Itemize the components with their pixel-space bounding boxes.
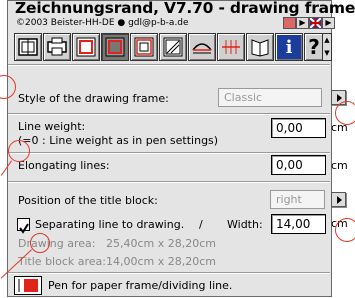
hatch-frame-icon (163, 37, 183, 57)
book-icon (251, 39, 269, 57)
scroll-stepper[interactable]: ▲ ▼ (322, 33, 332, 61)
flag-icon[interactable] (309, 17, 322, 29)
divider (8, 181, 330, 183)
divider (8, 64, 330, 66)
grid-button[interactable] (217, 33, 245, 61)
copyright-text: ©2003 Beister-HH-DE ● gdl@p-b-a.de (16, 18, 189, 28)
elongating-input[interactable]: 0,00 (271, 155, 326, 175)
pen-button[interactable] (14, 276, 42, 295)
print-button[interactable] (43, 33, 71, 61)
checkmark-icon (19, 223, 29, 234)
width-input[interactable]: 14,00 (271, 214, 326, 234)
separating-checkbox[interactable] (17, 218, 30, 234)
elongating-label: Elongating lines: (18, 159, 110, 172)
page-title: Zeichnungsrand, V7.70 - drawing frame (15, 0, 355, 17)
grid-icon (222, 40, 240, 54)
pen-color-icon (18, 279, 38, 292)
pen-label: Pen for paper frame/dividing line. (48, 279, 233, 292)
line-weight-input[interactable]: 0,00 (271, 118, 326, 138)
frame-active-button[interactable] (101, 33, 129, 61)
frame-active-icon (105, 37, 125, 57)
separating-slash: / (199, 218, 203, 231)
frame-double-icon (134, 37, 154, 57)
book-button[interactable] (246, 33, 274, 61)
curve-icon (192, 43, 212, 54)
red-frame-icon (76, 37, 96, 57)
scroll-down-icon[interactable]: ▼ (323, 47, 331, 60)
frame-icon (18, 38, 38, 56)
title-block-arrow-icon[interactable] (331, 192, 346, 207)
red-frame-button[interactable] (72, 33, 100, 61)
style-popup[interactable]: Classic (218, 88, 322, 107)
title-block-label: Position of the title block: (18, 194, 158, 207)
play-icon-2[interactable]: ▶ (322, 17, 335, 29)
divider (8, 272, 330, 274)
title-block-popup[interactable]: right (270, 190, 325, 209)
info-icon: i (285, 36, 293, 58)
image-icon[interactable] (283, 17, 296, 29)
title-block-area-label: Title block area: (18, 255, 106, 268)
scroll-up-icon[interactable]: ▲ (323, 34, 331, 47)
divider (8, 113, 330, 115)
help-icon: ? (308, 35, 320, 59)
title-block-area-value: 14,00cm x 28,20cm (106, 255, 217, 268)
frame-button[interactable] (14, 33, 42, 61)
width-label: Width: (227, 218, 263, 231)
help-button[interactable]: ? (304, 33, 324, 61)
elongating-unit: cm (331, 159, 348, 172)
callout-circle (8, 140, 30, 162)
curve-button[interactable] (188, 33, 216, 61)
drawing-area-value: 25,40cm x 28,20cm (106, 237, 217, 250)
style-label: Style of the drawing frame: (18, 92, 169, 105)
printer-icon (47, 37, 67, 56)
play-icon[interactable]: ▶ (296, 17, 309, 29)
callout-circle (335, 218, 355, 242)
frame-double-button[interactable] (130, 33, 158, 61)
uk-flag-icon (309, 17, 322, 29)
callout-circle (30, 233, 50, 253)
separating-label: Separating line to drawing. (35, 218, 185, 231)
info-button[interactable]: i (275, 33, 303, 61)
divider (8, 152, 330, 154)
line-weight-hint: (=0 : Line weight as in pen settings) (18, 134, 219, 147)
hatch-frame-button[interactable] (159, 33, 187, 61)
callout-circle (335, 101, 355, 125)
line-weight-label: Line weight: (18, 120, 86, 133)
